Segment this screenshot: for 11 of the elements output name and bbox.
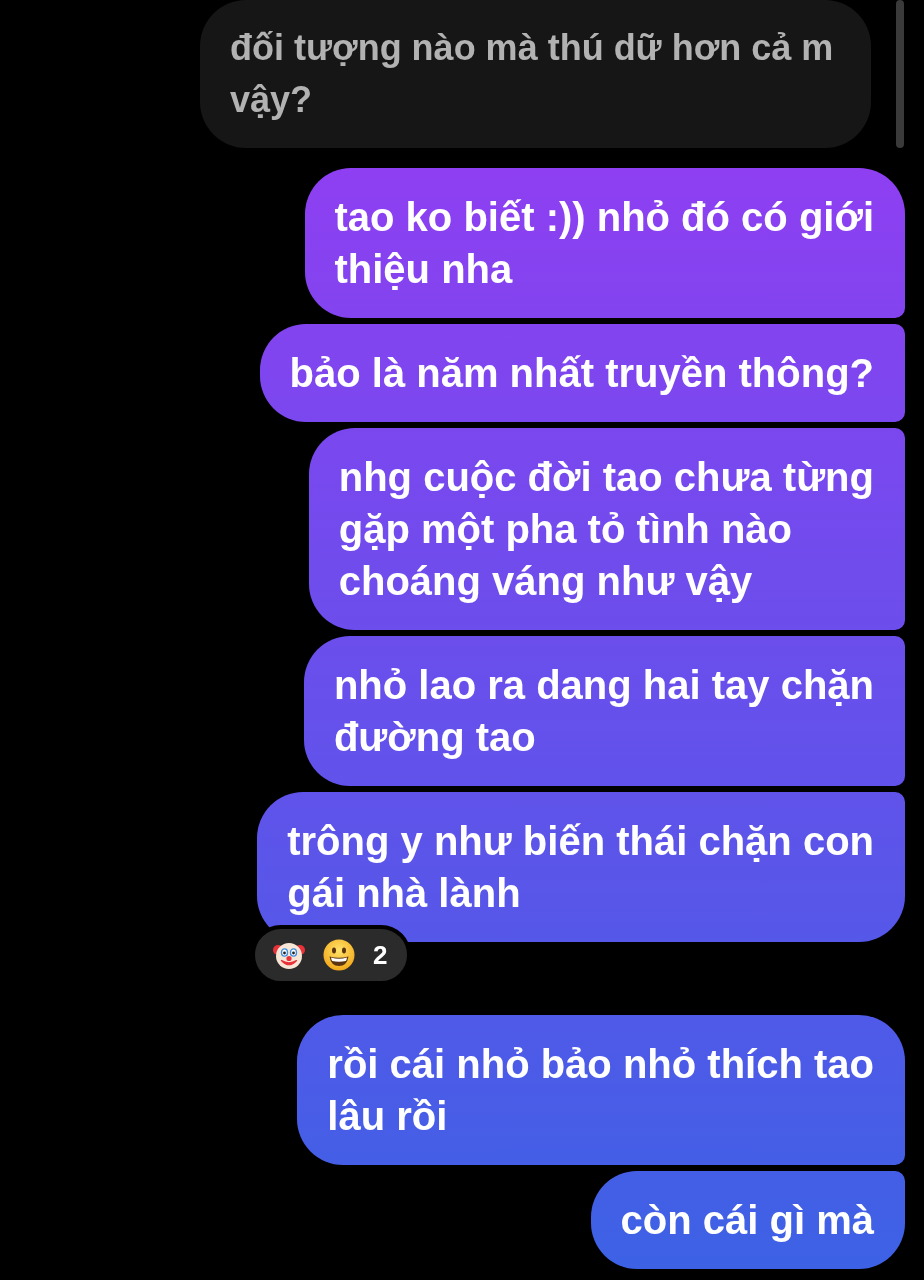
message-bubble: bảo là năm nhất truyền thông?: [259, 324, 905, 422]
message-bubble: đối tượng nào mà thú dữ hơn cả m vậy?: [200, 0, 872, 148]
message-bubble: rồi cái nhỏ bảo nhỏ thích tao lâu rồi: [297, 1015, 905, 1165]
message-bubble: nhg cuộc đời tao chưa từng gặp một pha tỏ tình nào choáng váng như vậy: [308, 428, 905, 630]
message-bubble: còn cái gì mà: [590, 1171, 905, 1269]
reaction-count: 2: [373, 939, 388, 971]
message-bubble: trông y như biến thái chặn con gái nhà lành: [257, 792, 905, 942]
message-bubble: nhỏ lao ra dang hai tay chặn đường tao: [303, 636, 905, 786]
message-bubble: tao ko biết :)) nhỏ đó có giới thiệu nha: [304, 168, 905, 318]
grinning-face-icon: [323, 939, 355, 971]
scrollbar-thumb[interactable]: [896, 0, 904, 148]
